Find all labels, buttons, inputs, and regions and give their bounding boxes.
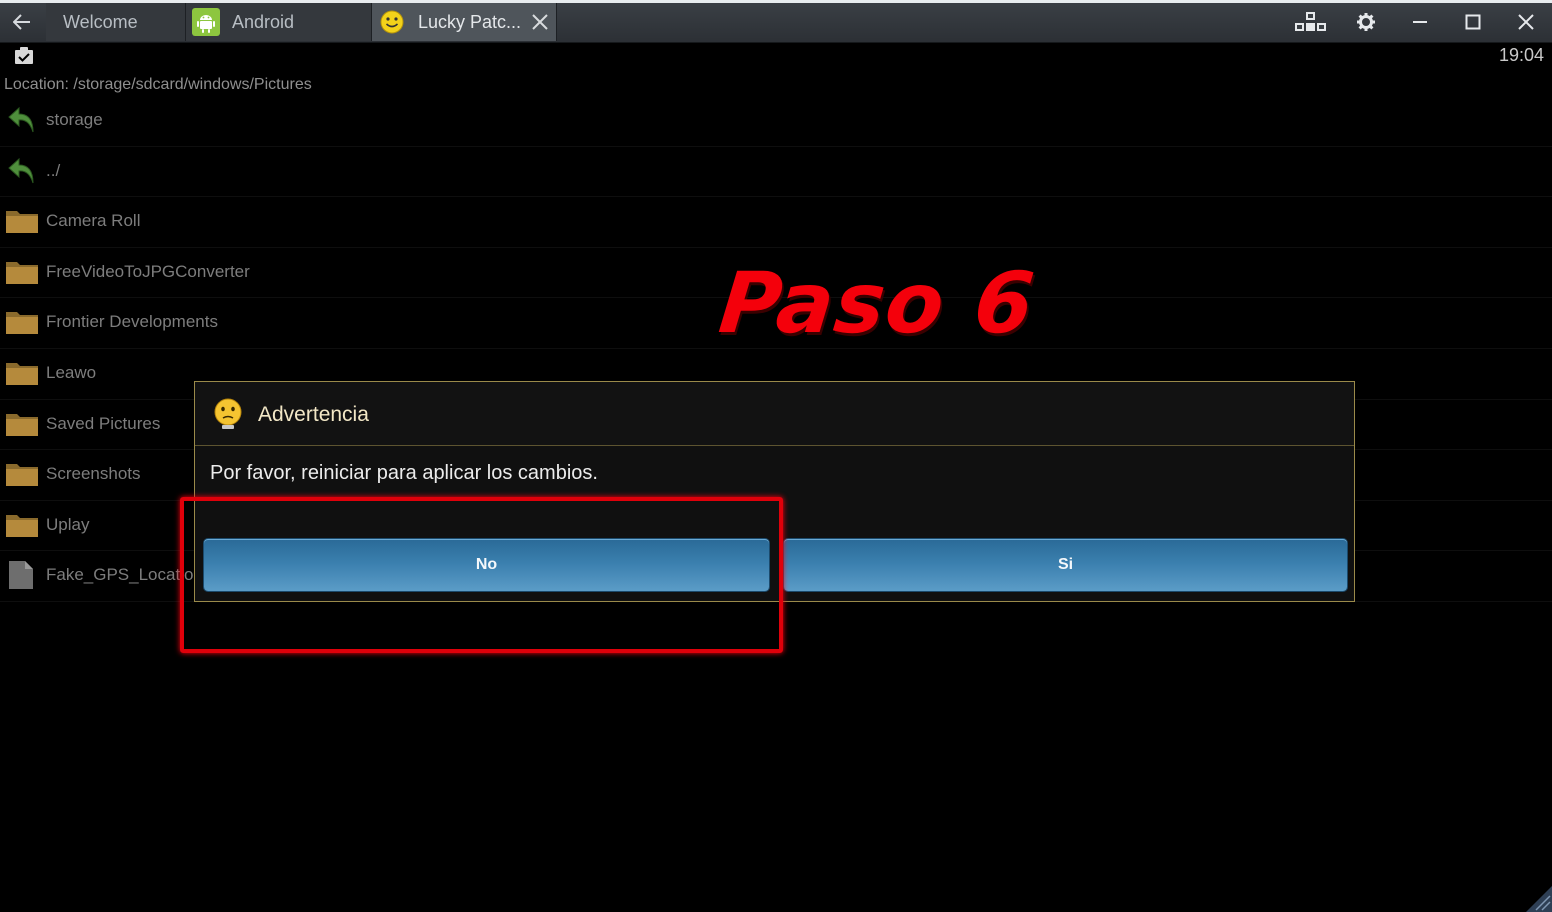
tab-android[interactable]: Android — [186, 3, 372, 41]
tab-welcome[interactable]: Welcome — [46, 3, 186, 41]
folder-icon — [6, 312, 38, 335]
resize-grip-icon[interactable] — [1526, 886, 1552, 912]
file-icon — [9, 561, 33, 590]
minimize-button[interactable] — [1395, 3, 1445, 41]
list-item-label: Saved Pictures — [46, 413, 161, 433]
location-path: Location: /storage/sdcard/windows/Pictur… — [4, 76, 312, 93]
back-arrow-icon — [8, 157, 34, 183]
folder-icon — [6, 413, 38, 436]
keyboard-mapping-button[interactable] — [1286, 3, 1336, 41]
android-icon — [192, 8, 220, 36]
dialog-message: Por favor, reiniciar para aplicar los ca… — [210, 462, 598, 484]
list-item-label: Leawo — [46, 362, 97, 382]
dialog-header: Advertencia — [195, 382, 1354, 446]
list-item-label: ../ — [46, 160, 61, 180]
back-button[interactable] — [0, 3, 44, 41]
back-arrow-nav-icon — [13, 14, 30, 30]
list-item-label: storage — [46, 110, 103, 129]
list-item-label: Screenshots — [46, 464, 141, 484]
highlight-box — [180, 497, 783, 653]
close-tab-icon[interactable] — [530, 12, 550, 32]
list-item-label: Frontier Developments — [46, 312, 218, 332]
list-item-parent-dir[interactable]: ../ — [0, 147, 1552, 198]
settings-button[interactable] — [1341, 3, 1391, 41]
folder-icon — [6, 514, 38, 537]
folder-icon — [6, 362, 38, 385]
keymap-icon — [1295, 12, 1326, 31]
step-annotation: Paso 6 — [714, 254, 1040, 352]
list-item-folder[interactable]: Camera Roll — [0, 197, 1552, 248]
list-item-label: Camera Roll — [46, 211, 141, 231]
list-item-label: Uplay — [46, 514, 90, 534]
close-window-button[interactable] — [1501, 3, 1551, 41]
list-item-label: FreeVideoToJPGConverter — [46, 261, 250, 281]
window-titlebar: Welcome Android Lucky Patc... — [0, 0, 1552, 43]
folder-icon — [6, 261, 38, 284]
tab-welcome-label: Welcome — [63, 11, 138, 32]
maximize-button[interactable] — [1448, 3, 1498, 41]
maximize-icon — [1465, 14, 1481, 30]
list-item-storage[interactable]: storage — [0, 96, 1552, 147]
dialog-title: Advertencia — [258, 403, 369, 426]
tab-lucky-patcher[interactable]: Lucky Patc... — [372, 3, 557, 41]
gear-icon — [1357, 13, 1375, 31]
smiley-icon — [378, 8, 406, 36]
back-arrow-icon — [8, 106, 34, 133]
tab-lucky-label: Lucky Patc... — [418, 11, 522, 32]
si-button[interactable]: Si — [784, 539, 1347, 591]
tab-android-label: Android — [232, 11, 295, 32]
clipboard-check-icon — [15, 47, 33, 64]
status-clock: 19:04 — [1498, 45, 1544, 65]
close-icon — [1518, 14, 1534, 30]
minimize-icon — [1413, 21, 1427, 23]
warning-face-icon — [214, 398, 242, 429]
folder-icon — [6, 211, 38, 234]
folder-icon — [6, 464, 38, 487]
